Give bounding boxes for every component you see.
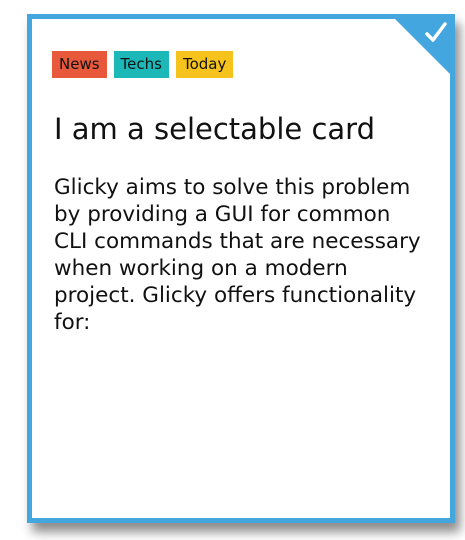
card-body-text: Glicky aims to solve this problem by pro…: [54, 175, 421, 335]
card-title: I am a selectable card: [54, 112, 375, 146]
checkmark-icon: [425, 22, 447, 42]
tag-techs[interactable]: Techs: [113, 51, 169, 78]
tag-news[interactable]: News: [52, 51, 107, 78]
tag-list: News Techs Today: [52, 51, 234, 78]
tag-today[interactable]: Today: [175, 51, 234, 78]
selectable-card[interactable]: News Techs Today I am a selectable card …: [27, 14, 455, 523]
